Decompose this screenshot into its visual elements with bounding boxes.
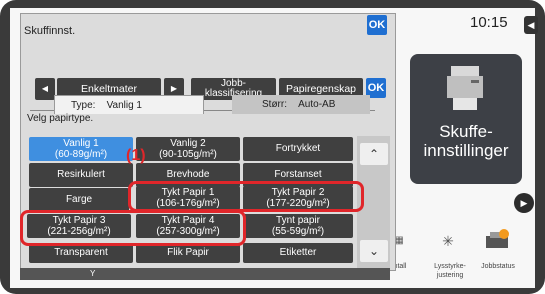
- tab-size-label: Størr:: [262, 99, 287, 110]
- paper-type-button[interactable]: Vanlig 1 (60-89g/m²): [29, 137, 133, 161]
- tray-settings-label: Skuffe- innstillinger: [423, 122, 509, 160]
- section-label: Velg papirtype.: [27, 113, 94, 124]
- paper-type-button[interactable]: Etiketter: [243, 243, 353, 263]
- paper-type-button[interactable]: Vanlig 2 (90-105g/m²): [136, 137, 240, 161]
- callout-label: (1): [126, 147, 146, 164]
- highlight-frame: [20, 210, 246, 246]
- paper-type-button[interactable]: Resirkulert: [29, 163, 133, 187]
- bottom-strip-text: Y: [90, 269, 96, 278]
- job-status-icon[interactable]: [484, 228, 510, 252]
- paper-type-button[interactable]: Fortrykket: [243, 137, 353, 161]
- dialog-title: Skuffinnst.: [24, 25, 76, 37]
- tab-size[interactable]: Størr: Auto-AB: [232, 95, 370, 114]
- tab-size-value: Auto-AB: [298, 99, 336, 110]
- bottom-strip: [20, 268, 390, 280]
- ok-button[interactable]: OK: [367, 15, 387, 35]
- bottom-item-label: Jobbstatus: [481, 263, 515, 270]
- tab-type[interactable]: Type: Vanlig 1: [54, 95, 204, 114]
- highlight-frame: [128, 181, 364, 212]
- tab-type-label: Type:: [71, 100, 96, 111]
- clock: 10:15: [470, 14, 508, 31]
- brightness-icon[interactable]: ✳: [438, 233, 458, 250]
- chevron-up-icon[interactable]: ⌃: [360, 143, 388, 165]
- paper-type-button[interactable]: Farge: [29, 188, 129, 212]
- chevron-down-icon[interactable]: ⌄: [360, 240, 388, 262]
- paper-type-button[interactable]: Tynt papir (55-59g/m²): [243, 214, 353, 238]
- next-page-icon[interactable]: ▶: [514, 193, 534, 213]
- back-icon[interactable]: ◀: [524, 16, 538, 34]
- bottom-item-label: Lysstyrke- justering: [434, 263, 466, 279]
- prev-tray-button[interactable]: ◀: [35, 78, 55, 100]
- tab-type-value: Vanlig 1: [106, 100, 142, 111]
- paper-type-button[interactable]: Flik Papir: [136, 243, 240, 263]
- paper-type-button[interactable]: Transparent: [29, 243, 133, 263]
- printer-icon: [447, 66, 483, 110]
